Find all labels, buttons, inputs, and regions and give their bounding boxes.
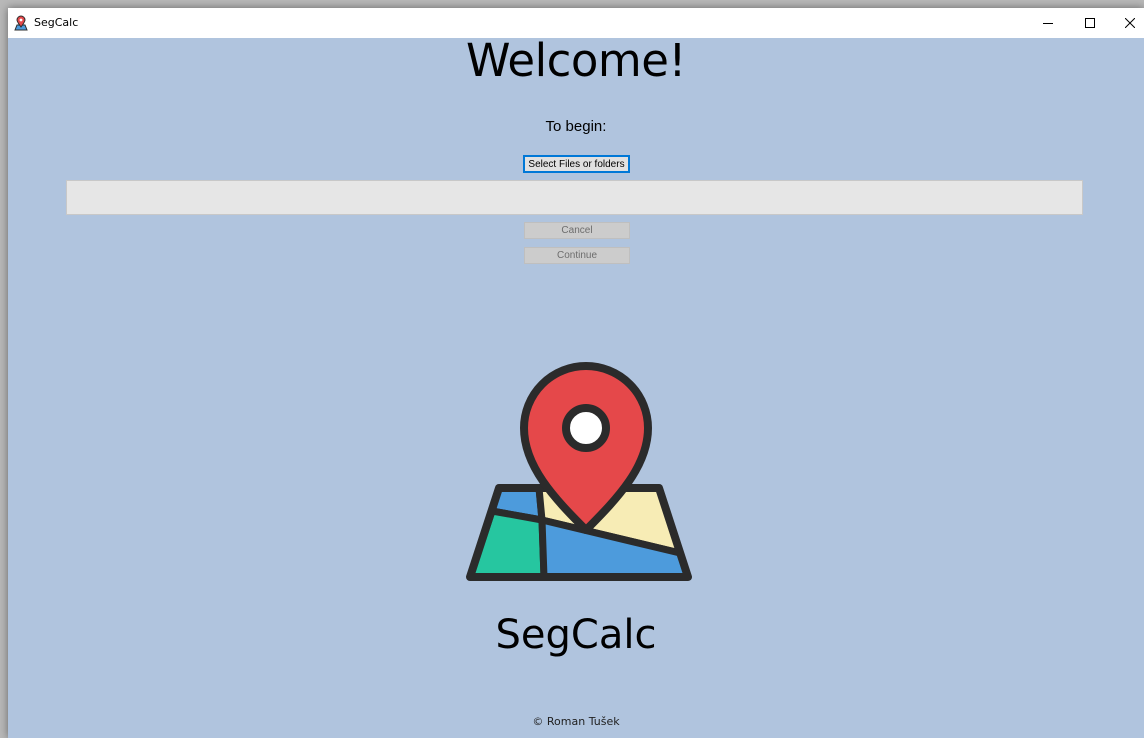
to-begin-label: To begin:: [545, 118, 607, 135]
map-with-location-pin-icon: [466, 362, 692, 581]
select-files-button[interactable]: Select Files or folders: [523, 155, 630, 173]
app-window: SegCalc Welcome! To begin: Select Files …: [8, 8, 1144, 738]
selected-paths-box[interactable]: [66, 180, 1083, 215]
welcome-heading: Welcome!: [466, 34, 686, 87]
cancel-button[interactable]: Cancel: [524, 222, 630, 239]
map-pin-icon: [14, 15, 28, 31]
minimize-icon: [1043, 23, 1053, 24]
continue-button[interactable]: Continue: [524, 247, 630, 264]
app-name-label: SegCalc: [495, 612, 657, 658]
location-pin-hole: [562, 404, 610, 452]
copyright-label: © Roman Tušek: [532, 715, 620, 728]
close-icon: [1125, 18, 1135, 28]
maximize-icon: [1085, 18, 1095, 28]
window-title: SegCalc: [34, 16, 79, 29]
